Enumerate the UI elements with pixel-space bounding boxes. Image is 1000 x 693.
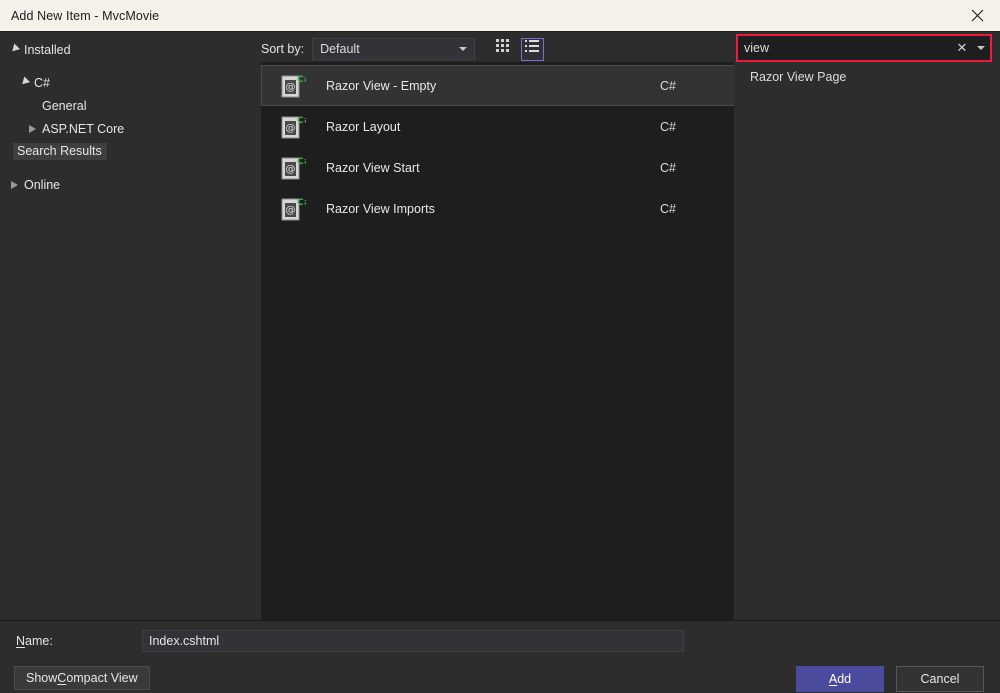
chevron-down-icon (977, 46, 985, 50)
list-view-icon (525, 39, 540, 59)
title-bar: Add New Item - MvcMovie (0, 0, 1000, 32)
view-toggle-group (492, 38, 544, 61)
list-item-language: C# (660, 202, 734, 216)
caret-down-icon (6, 46, 22, 53)
caret-down-icon (16, 79, 32, 86)
sidebar-item-search-results[interactable]: Search Results (0, 140, 260, 163)
svg-text:C#: C# (297, 75, 306, 85)
list-toolbar: Sort by: Default (260, 32, 734, 62)
list-item[interactable]: @ C# Razor View - Empty C# (261, 65, 735, 106)
list-item-language: C# (660, 79, 734, 93)
list-item[interactable]: @ C# Razor Layout C# (261, 106, 735, 147)
list-item-name: Razor Layout (312, 120, 660, 134)
grid-view-button[interactable] (492, 38, 515, 61)
list-item[interactable]: @ C# Razor View Imports C# (261, 188, 735, 229)
name-label: Name: (16, 634, 142, 648)
svg-text:@: @ (286, 123, 296, 134)
razor-view-icon: @ C# (272, 113, 312, 141)
sidebar-item-label: Installed (22, 43, 71, 57)
sidebar-item-label: General (40, 99, 86, 113)
caret-right-icon (24, 125, 40, 133)
razor-view-icon: @ C# (272, 154, 312, 182)
add-label-rest: dd (837, 672, 851, 686)
svg-text:C#: C# (297, 198, 306, 208)
add-accesskey: A (829, 672, 837, 686)
name-row: Name: (0, 621, 1000, 651)
sidebar-item-csharp[interactable]: C# (0, 71, 260, 94)
detail-description: Razor View Page (750, 70, 1000, 84)
sidebar-item-online[interactable]: Online (0, 173, 260, 196)
razor-view-icon: @ C# (272, 72, 312, 100)
cancel-button[interactable]: Cancel (896, 666, 984, 692)
list-item[interactable]: @ C# Razor View Start C# (261, 147, 735, 188)
name-label-accesskey: N (16, 634, 25, 648)
dialog-body: Installed C# General ASP.NET Core Search… (0, 32, 1000, 620)
svg-text:@: @ (286, 164, 296, 175)
sidebar-item-label: Search Results (13, 143, 107, 160)
list-view-button[interactable] (521, 38, 544, 61)
name-label-rest: ame: (25, 634, 53, 648)
clear-search-icon[interactable]: ✕ (952, 40, 972, 56)
template-list[interactable]: @ C# Razor View - Empty C# @ C# (261, 62, 735, 620)
sort-by-value: Default (320, 42, 360, 56)
compact-accesskey: C (57, 671, 66, 685)
cancel-label: Cancel (921, 672, 960, 686)
sidebar-item-installed[interactable]: Installed (0, 38, 260, 61)
center-column: Sort by: Default (260, 32, 734, 620)
svg-text:C#: C# (297, 116, 306, 126)
list-item-name: Razor View - Empty (312, 79, 660, 93)
list-item-language: C# (660, 120, 734, 134)
caret-right-icon (6, 181, 22, 189)
window-title: Add New Item - MvcMovie (0, 9, 159, 23)
sidebar-item-general[interactable]: General (0, 94, 260, 117)
razor-view-icon: @ C# (272, 195, 312, 223)
search-box[interactable]: ✕ (736, 34, 992, 62)
sidebar-item-aspnet-core[interactable]: ASP.NET Core (0, 117, 260, 140)
search-input[interactable] (738, 36, 952, 60)
sidebar-item-label: Online (22, 178, 60, 192)
add-new-item-dialog: Add New Item - MvcMovie Installed C# (0, 0, 1000, 693)
svg-text:C#: C# (297, 157, 306, 167)
close-button[interactable] (955, 0, 1000, 31)
details-pane: Type:C# Razor View Page (734, 32, 1000, 620)
grid-view-icon (496, 39, 511, 59)
dialog-footer: Name: Show Compact View Add Cancel (0, 620, 1000, 693)
category-tree: Installed C# General ASP.NET Core Search… (0, 32, 260, 620)
compact-label-post: ompact View (66, 671, 137, 685)
compact-label-pre: Show (26, 671, 57, 685)
add-button[interactable]: Add (796, 666, 884, 692)
svg-text:@: @ (286, 205, 296, 216)
dialog-buttons: Add Cancel (796, 666, 984, 692)
show-compact-view-button[interactable]: Show Compact View (14, 666, 150, 690)
tree-gap (0, 163, 260, 173)
list-item-language: C# (660, 161, 734, 175)
search-dropdown-button[interactable] (972, 46, 990, 50)
sort-by-select[interactable]: Default (312, 38, 475, 60)
list-item-name: Razor View Imports (312, 202, 660, 216)
list-item-name: Razor View Start (312, 161, 660, 175)
chevron-down-icon (459, 47, 467, 51)
sort-by-label: Sort by: (261, 42, 304, 56)
name-input[interactable] (142, 630, 684, 652)
close-icon (971, 9, 984, 22)
sidebar-item-label: C# (32, 76, 50, 90)
tree-gap (0, 61, 260, 71)
sidebar-item-label: ASP.NET Core (40, 122, 124, 136)
svg-text:@: @ (286, 82, 296, 93)
